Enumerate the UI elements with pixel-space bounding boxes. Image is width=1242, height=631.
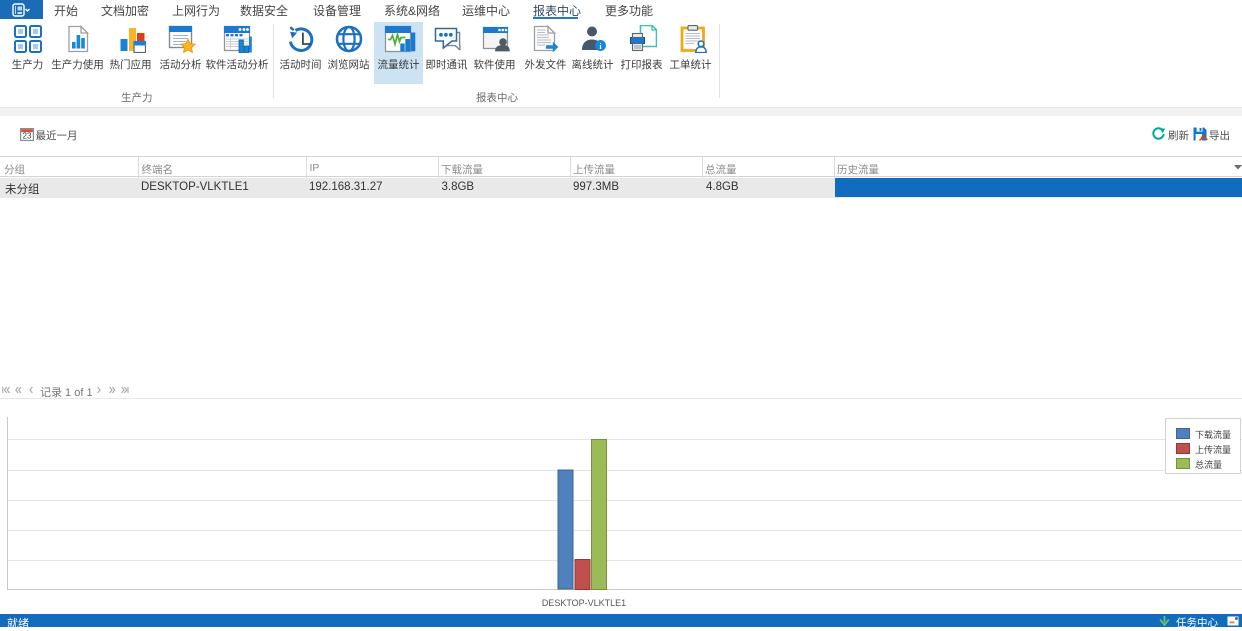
- svg-text:23: 23: [23, 132, 32, 141]
- svg-text:DESKTOP-VLKTLE1: DESKTOP-VLKTLE1: [542, 598, 626, 608]
